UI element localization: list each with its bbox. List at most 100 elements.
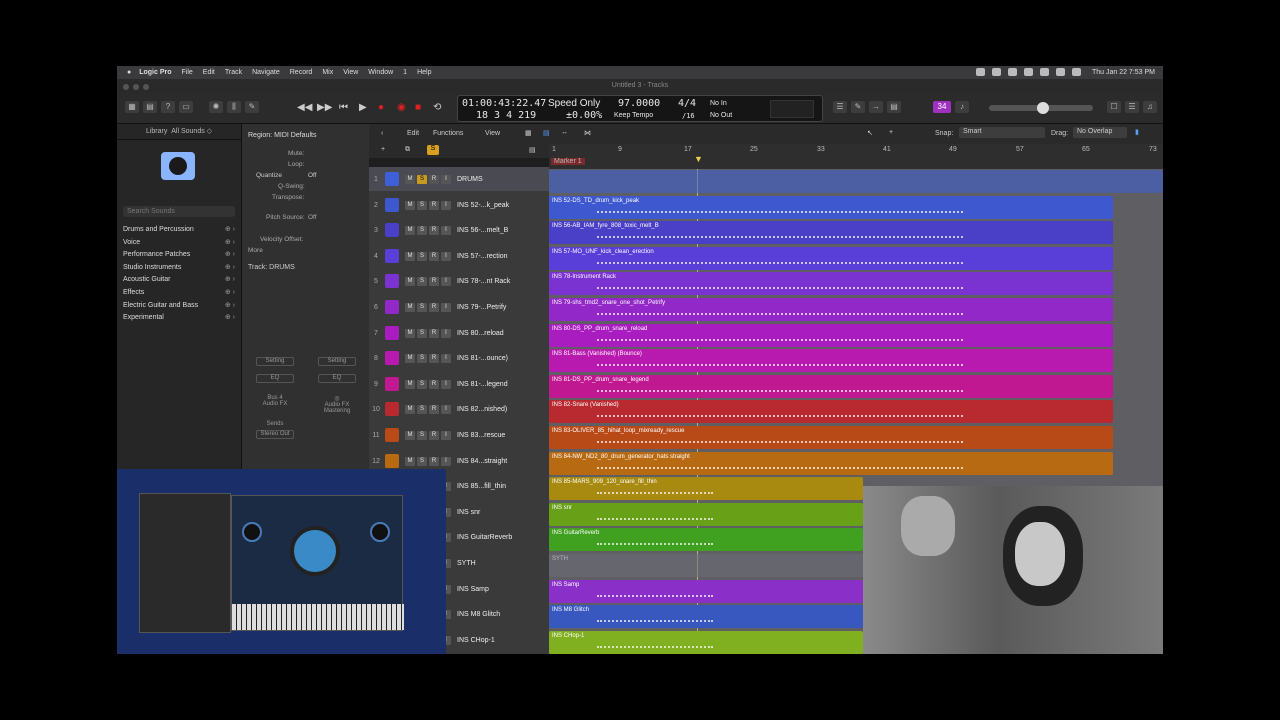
category-item[interactable]: Drums and Percussion [123, 224, 235, 237]
zoom-icon[interactable]: ↔ [561, 129, 568, 136]
record-enable-button[interactable]: R [429, 353, 439, 363]
region[interactable]: INS CHop-1 [549, 631, 863, 654]
view-menu[interactable]: View [485, 130, 500, 137]
record-enable-button[interactable]: R [429, 456, 439, 466]
mute-button[interactable]: M [405, 379, 415, 389]
toolbar-icon[interactable]: ▭ [179, 101, 193, 113]
count-badge[interactable]: 34 [933, 101, 951, 113]
solo-button[interactable]: S [417, 456, 427, 466]
track-header[interactable]: 11 M S R I INS 83...rescue [369, 423, 549, 447]
category-item[interactable]: Electric Guitar and Bass [123, 300, 235, 313]
region[interactable] [549, 170, 1163, 193]
stop-record-icon[interactable]: ■ [415, 102, 421, 113]
capture-record-icon[interactable]: ◉ [397, 102, 406, 113]
eq-button[interactable]: EQ [318, 374, 356, 383]
input-monitor-button[interactable]: I [441, 353, 451, 363]
track-header[interactable]: 3 M S R I INS 56-...melt_B [369, 218, 549, 242]
solo-button[interactable]: S [417, 302, 427, 312]
menu-navigate[interactable]: Navigate [252, 69, 280, 76]
track-header[interactable]: 4 M S R I INS 57-...rection [369, 244, 549, 268]
category-item[interactable]: Performance Patches [123, 249, 235, 262]
menu-record[interactable]: Record [290, 69, 313, 76]
output-button[interactable]: Stereo Out [256, 430, 294, 439]
region[interactable]: INS 78-Instrument Rack [549, 272, 1113, 295]
mute-button[interactable]: M [405, 302, 415, 312]
back-icon[interactable]: ‹ [381, 130, 383, 137]
solo-button[interactable]: S [417, 276, 427, 286]
ruler[interactable]: Marker 1 1 9 17 25 33 41 49 57 65 73 ▼ [549, 144, 1163, 169]
clock[interactable]: Thu Jan 22 7:53 PM [1092, 69, 1155, 76]
record-enable-button[interactable]: R [429, 174, 439, 184]
record-enable-button[interactable]: R [429, 404, 439, 414]
solo-button[interactable]: S [417, 200, 427, 210]
region[interactable]: INS 85-MARS_909_120_snare_fill_thin [549, 477, 863, 500]
solo-button[interactable]: S [417, 225, 427, 235]
knob-icon[interactable] [242, 522, 262, 542]
record-icon[interactable]: ● [378, 102, 384, 113]
track-header[interactable]: 8 M S R I INS 81-...ounce) [369, 346, 549, 370]
track-name[interactable]: INS 78-...nt Rack [457, 278, 510, 285]
solo-button[interactable]: S [417, 353, 427, 363]
marker[interactable]: Marker 1 [551, 158, 585, 165]
mute-button[interactable]: M [405, 456, 415, 466]
region[interactable]: INS 52-DS_TD_drum_kick_peak [549, 196, 1113, 219]
menu-file[interactable]: File [182, 69, 193, 76]
category-item[interactable]: Studio Instruments [123, 262, 235, 275]
region[interactable]: INS 57-MO_UNF_kick_clean_erection [549, 247, 1113, 270]
region[interactable]: INS 81-DS_PP_drum_snare_legend [549, 375, 1113, 398]
record-enable-button[interactable]: R [429, 200, 439, 210]
global-tracks-icon[interactable]: ▤ [529, 146, 536, 154]
track-header[interactable]: 6 M S R I INS 79-...Petrify [369, 295, 549, 319]
region[interactable]: INS 83-OLIVER_85_hihat_loop_mixready_res… [549, 426, 1113, 449]
inspector-icon[interactable]: ▤ [143, 101, 157, 113]
setting-button[interactable]: Setting [256, 357, 294, 366]
main-knob-icon[interactable] [290, 526, 340, 576]
loop-browser-icon[interactable]: → [869, 101, 883, 113]
waveform-zoom-icon[interactable]: ▮ [1135, 128, 1139, 136]
knob-icon[interactable] [370, 522, 390, 542]
track-name[interactable]: INS snr [457, 509, 480, 516]
track-name[interactable]: INS 84...straight [457, 458, 507, 465]
input-monitor-button[interactable]: I [441, 302, 451, 312]
mute-button[interactable]: M [405, 174, 415, 184]
menu-track[interactable]: Track [225, 69, 242, 76]
input-monitor-button[interactable]: I [441, 404, 451, 414]
track-header[interactable]: 10 M S R I INS 82...nished) [369, 397, 549, 421]
track-name[interactable]: INS M8 Glitch [457, 611, 500, 618]
track-header[interactable]: 5 M S R I INS 78-...nt Rack [369, 269, 549, 293]
functions-menu[interactable]: Functions [433, 130, 463, 137]
quantize-select[interactable]: Off [308, 172, 317, 179]
track-name[interactable]: INS 85...fill_thin [457, 483, 506, 490]
region[interactable]: INS 56-AB_IAM_fyre_808_toxic_melt_B [549, 221, 1113, 244]
battery-icon[interactable] [1071, 68, 1081, 76]
solo-button[interactable]: S [417, 251, 427, 261]
help-icon[interactable]: ? [161, 101, 175, 113]
list-editor-icon[interactable]: ☰ [833, 101, 847, 113]
record-enable-button[interactable]: R [429, 251, 439, 261]
region[interactable]: INS 82-Snare (Vanished) [549, 400, 1113, 423]
global-solo-icon[interactable]: S [427, 145, 439, 155]
input-monitor-button[interactable]: I [441, 430, 451, 440]
record-enable-button[interactable]: R [429, 225, 439, 235]
media-icon[interactable]: ♫ [1143, 101, 1157, 113]
mute-button[interactable]: M [405, 430, 415, 440]
pointer-tool-icon[interactable]: ↖ [867, 129, 873, 137]
track-header[interactable]: 7 M S R I INS 80...reload [369, 321, 549, 345]
mute-button[interactable]: M [405, 328, 415, 338]
menu-view[interactable]: View [343, 69, 358, 76]
track-name[interactable]: INS 81-...legend [457, 381, 508, 388]
editors-icon[interactable]: ✎ [245, 101, 259, 113]
browser-icon[interactable]: ▤ [887, 101, 901, 113]
solo-button[interactable]: S [417, 174, 427, 184]
track-name[interactable]: INS 83...rescue [457, 432, 505, 439]
mute-button[interactable]: M [405, 251, 415, 261]
input-monitor-button[interactable]: I [441, 174, 451, 184]
mute-button[interactable]: M [405, 200, 415, 210]
track-header[interactable]: Track: DRUMS [248, 264, 295, 271]
input-monitor-button[interactable]: I [441, 456, 451, 466]
snap-select[interactable]: Smart [959, 127, 1045, 138]
smart-controls-icon[interactable]: ✺ [209, 101, 223, 113]
record-enable-button[interactable]: R [429, 379, 439, 389]
tuner-icon[interactable]: ♪ [955, 101, 969, 113]
playhead-icon[interactable]: ▼ [694, 154, 703, 164]
